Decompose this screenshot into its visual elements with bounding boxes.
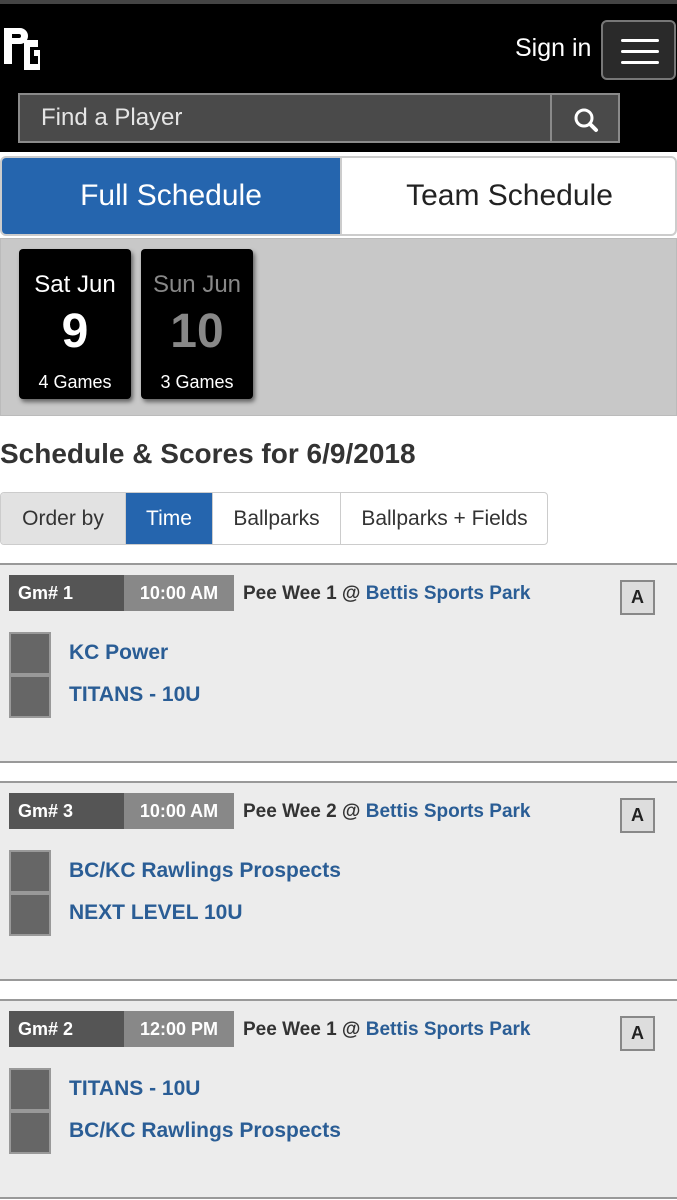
- order-by-ballparks-button[interactable]: Ballparks: [212, 493, 340, 544]
- order-by-group: Order by Time Ballparks Ballparks + Fiel…: [0, 492, 548, 545]
- game-number: Gm# 2: [9, 1011, 124, 1047]
- game-card: Gm# 2 12:00 PM Pee Wee 1 @ Bettis Sports…: [0, 999, 677, 1199]
- game-time: 10:00 AM: [124, 575, 234, 611]
- ballpark-link[interactable]: Bettis Sports Park: [366, 583, 531, 604]
- game-card: Gm# 3 10:00 AM Pee Wee 2 @ Bettis Sports…: [0, 781, 677, 981]
- field-name: Pee Wee 1 @: [243, 1019, 366, 1040]
- team-link[interactable]: TITANS - 10U: [69, 683, 200, 707]
- team-link[interactable]: NEXT LEVEL 10U: [69, 901, 243, 925]
- date-picker: Sat Jun 9 4 Games Sun Jun 10 3 Games: [0, 238, 677, 416]
- game-card: Gm# 1 10:00 AM Pee Wee 1 @ Bettis Sports…: [0, 563, 677, 763]
- app-root: Sign in Full Schedule Team Schedule Sat …: [0, 0, 677, 1200]
- date-card-sat[interactable]: Sat Jun 9 4 Games: [19, 249, 131, 399]
- game-field: Pee Wee 2 @ Bettis Sports Park: [243, 801, 530, 823]
- date-dow: Sun Jun: [152, 271, 242, 298]
- team-logo: [9, 1068, 51, 1111]
- game-field: Pee Wee 1 @ Bettis Sports Park: [243, 583, 530, 605]
- tab-full-schedule[interactable]: Full Schedule: [2, 158, 340, 234]
- game-number: Gm# 3: [9, 793, 124, 829]
- ballpark-link[interactable]: Bettis Sports Park: [366, 1019, 531, 1040]
- team-logo: [9, 893, 51, 936]
- team-link[interactable]: KC Power: [69, 641, 168, 665]
- search-icon: [574, 108, 598, 132]
- team-logo: [9, 1111, 51, 1154]
- date-games-count: 4 Games: [38, 372, 112, 392]
- date-day: 9: [61, 305, 89, 358]
- team-logo: [9, 675, 51, 718]
- bracket-badge[interactable]: A: [620, 798, 655, 833]
- schedule-title: Schedule & Scores for 6/9/2018: [0, 438, 416, 469]
- game-time: 12:00 PM: [124, 1011, 234, 1047]
- tab-team-schedule[interactable]: Team Schedule: [340, 158, 675, 234]
- date-dow: Sat Jun: [34, 271, 116, 298]
- site-header: Sign in: [0, 4, 677, 152]
- team-logo: [9, 632, 51, 675]
- team-link[interactable]: BC/KC Rawlings Prospects: [69, 1119, 341, 1143]
- date-games-count: 3 Games: [160, 372, 234, 392]
- team-link[interactable]: BC/KC Rawlings Prospects: [69, 859, 341, 883]
- schedule-tabs: Full Schedule Team Schedule: [0, 156, 677, 236]
- team-logo: [9, 850, 51, 893]
- search-input[interactable]: [20, 95, 550, 141]
- date-card-sun[interactable]: Sun Jun 10 3 Games: [141, 249, 253, 399]
- bracket-badge[interactable]: A: [620, 1016, 655, 1051]
- search-button[interactable]: [550, 95, 618, 141]
- order-by-time-button[interactable]: Time: [125, 493, 212, 544]
- order-by-label: Order by: [1, 493, 125, 544]
- hamburger-menu-icon[interactable]: [601, 20, 676, 80]
- game-number: Gm# 1: [9, 575, 124, 611]
- find-player-search: [18, 93, 620, 143]
- bracket-badge[interactable]: A: [620, 580, 655, 615]
- game-time: 10:00 AM: [124, 793, 234, 829]
- field-name: Pee Wee 2 @: [243, 801, 366, 822]
- ballpark-link[interactable]: Bettis Sports Park: [366, 801, 531, 822]
- date-day: 10: [170, 305, 224, 358]
- order-by-ballparks-fields-button[interactable]: Ballparks + Fields: [340, 493, 547, 544]
- pg-logo-icon[interactable]: [2, 20, 42, 80]
- sign-in-link[interactable]: Sign in: [515, 34, 591, 63]
- field-name: Pee Wee 1 @: [243, 583, 366, 604]
- game-field: Pee Wee 1 @ Bettis Sports Park: [243, 1019, 530, 1041]
- team-link[interactable]: TITANS - 10U: [69, 1077, 200, 1101]
